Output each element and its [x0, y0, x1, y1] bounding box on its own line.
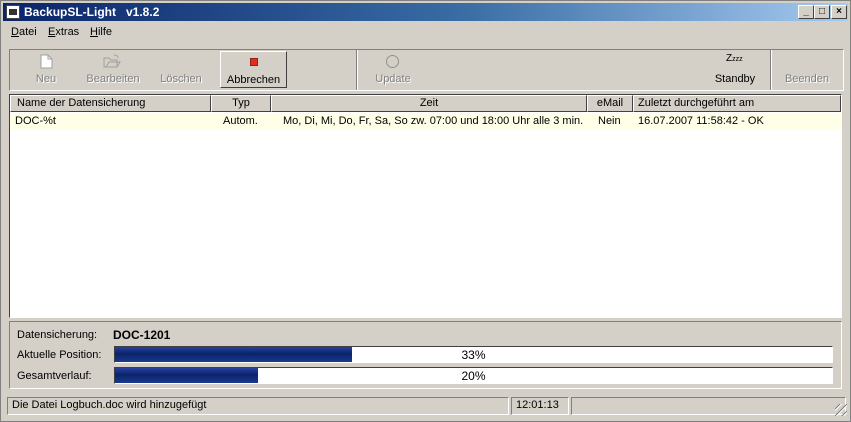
update-circle-icon [386, 55, 399, 68]
bearbeiten-label: Bearbeiten [86, 73, 140, 85]
bearbeiten-button[interactable]: Bearbeiten [80, 51, 146, 88]
abbrechen-button[interactable]: Abbrechen [220, 51, 287, 88]
datensicherung-value: DOC-1201 [113, 328, 171, 342]
backup-list[interactable]: Name der Datensicherung Typ Zeit eMail Z… [9, 94, 842, 318]
status-bar: Die Datei Logbuch.doc wird hinzugefügt 1… [3, 397, 848, 417]
status-empty-panel [571, 397, 846, 415]
beenden-label: Beenden [784, 73, 830, 85]
column-header-zeit[interactable]: Zeit [271, 95, 587, 112]
toolbar-separator [356, 50, 358, 90]
gesamtverlauf-progressbar: 20% [114, 367, 833, 384]
sleep-zzz-icon: Zzzz [726, 54, 743, 65]
beenden-button[interactable]: Beenden [774, 51, 840, 88]
neu-button[interactable]: Neu [14, 51, 78, 88]
title-bar[interactable]: BackupSL-Light v1.8.2 _ □ × [3, 3, 848, 21]
menu-hilfe[interactable]: Hilfe [90, 26, 112, 38]
sleep-glyph-small: zzz [732, 56, 743, 63]
menu-datei-label: atei [18, 26, 37, 38]
close-button[interactable]: × [831, 5, 847, 19]
cell-name: DOC-%t [15, 115, 56, 127]
progress-panel: Datensicherung: DOC-1201 Aktuelle Positi… [9, 321, 842, 389]
aktuelle-position-progressbar: 33% [114, 346, 833, 363]
app-icon[interactable] [6, 5, 20, 19]
menu-bar: Datei Extras Hilfe [3, 23, 848, 41]
menu-hilfe-label: ilfe [97, 26, 113, 38]
neu-label: Neu [35, 73, 57, 85]
menu-hilfe-mnemonic: H [90, 26, 98, 38]
loeschen-label: Löschen [160, 73, 202, 85]
column-header-name[interactable]: Name der Datensicherung [10, 95, 211, 112]
status-message: Die Datei Logbuch.doc wird hinzugefügt [7, 397, 509, 415]
update-label: Update [375, 73, 411, 85]
minimize-button[interactable]: _ [798, 5, 814, 19]
column-header-zuletzt[interactable]: Zuletzt durchgeführt am [633, 95, 841, 112]
window-title: BackupSL-Light v1.8.2 [24, 5, 160, 19]
toolbar-separator-2 [770, 50, 772, 90]
maximize-button[interactable]: □ [814, 5, 830, 19]
aktuelle-position-label: Aktuelle Position: [17, 349, 102, 361]
menu-datei-mnemonic: D [11, 26, 19, 38]
new-document-icon [40, 54, 53, 69]
column-header-typ[interactable]: Typ [211, 95, 271, 112]
column-header-email[interactable]: eMail [587, 95, 633, 112]
menu-extras[interactable]: Extras [48, 26, 79, 38]
gesamtverlauf-label: Gesamtverlauf: [17, 370, 92, 382]
cell-typ: Autom. [223, 115, 258, 127]
open-folder-icon [103, 54, 121, 68]
stop-icon [250, 58, 258, 66]
abbrechen-label: Abbrechen [226, 74, 281, 86]
status-time: 12:01:13 [511, 397, 569, 415]
standby-button[interactable]: Zzzz Standby [702, 51, 768, 88]
cell-zeit: Mo, Di, Mi, Do, Fr, Sa, So zw. 07:00 und… [283, 115, 584, 127]
app-window: BackupSL-Light v1.8.2 _ □ × Datei Extras… [0, 0, 851, 422]
menu-extras-label: xtras [55, 26, 80, 38]
datensicherung-label: Datensicherung: [17, 329, 98, 341]
menu-datei[interactable]: Datei [11, 26, 37, 38]
standby-label: Standby [714, 73, 756, 85]
resize-grip-icon[interactable] [835, 404, 847, 416]
toolbar: Neu Bearbeiten Löschen Abbrechen Update … [9, 49, 844, 91]
gesamtverlauf-text: 20% [461, 369, 486, 383]
loeschen-button[interactable]: Löschen [148, 51, 214, 88]
table-row[interactable]: DOC-%t Autom. Mo, Di, Mi, Do, Fr, Sa, So… [10, 113, 841, 130]
cell-email: Nein [598, 115, 621, 127]
cell-zuletzt: 16.07.2007 11:58:42 - OK [638, 115, 764, 127]
aktuelle-position-text: 33% [461, 348, 486, 362]
update-button[interactable]: Update [360, 51, 426, 88]
list-header: Name der Datensicherung Typ Zeit eMail Z… [10, 95, 841, 113]
